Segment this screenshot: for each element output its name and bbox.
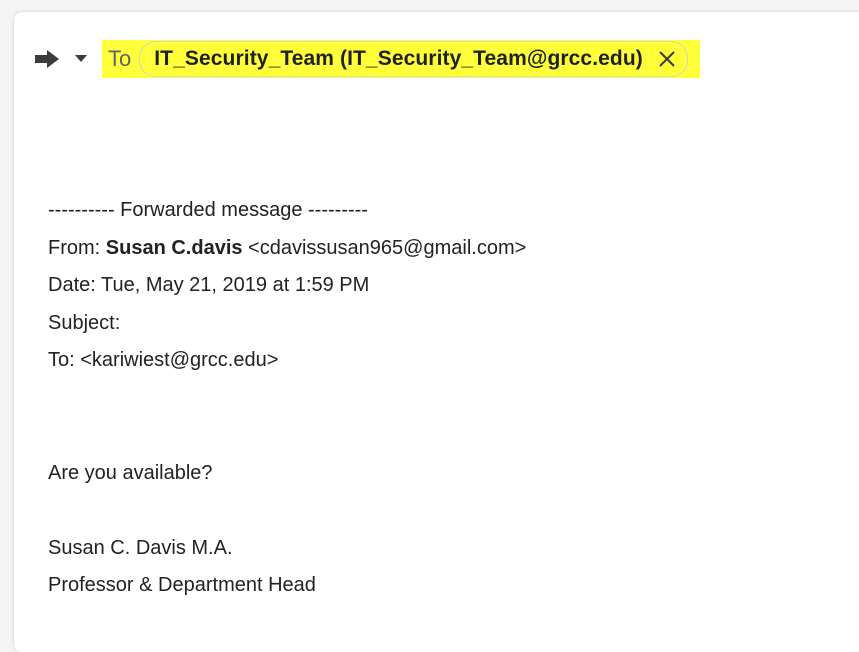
to-line: To: <kariwiest@grcc.edu>	[48, 349, 279, 371]
close-icon[interactable]	[657, 49, 677, 69]
from-name: Susan C.davis	[105, 236, 243, 259]
signature-title: Professor & Department Head	[48, 574, 316, 596]
recipient-chip-text: IT_Security_Team (IT_Security_Team@grcc.…	[154, 47, 643, 70]
message-text: Are you available?	[48, 461, 213, 484]
forward-arrow-icon[interactable]	[34, 47, 64, 71]
from-label: From:	[48, 236, 106, 259]
subject-line: Subject:	[48, 311, 121, 334]
from-email: <cdavissusan965@gmail.com>	[242, 236, 527, 259]
chevron-down-icon[interactable]	[70, 47, 92, 71]
signature-name: Susan C. Davis M.A.	[48, 536, 233, 559]
date-line: Date: Tue, May 21, 2019 at 1:59 PM	[48, 274, 370, 296]
message-body: ---------- Forwarded message --------- F…	[48, 192, 526, 605]
to-label: To	[108, 46, 132, 71]
highlighted-recipient-field: To IT_Security_Team (IT_Security_Team@gr…	[102, 40, 700, 78]
recipient-chip[interactable]: IT_Security_Team (IT_Security_Team@grcc.…	[139, 41, 688, 77]
from-line: From: Susan C.davis <cdavissusan965@gmai…	[48, 230, 526, 268]
recipient-row: To IT_Security_Team (IT_Security_Team@gr…	[34, 40, 700, 78]
forward-separator: ---------- Forwarded message ---------	[48, 199, 368, 221]
